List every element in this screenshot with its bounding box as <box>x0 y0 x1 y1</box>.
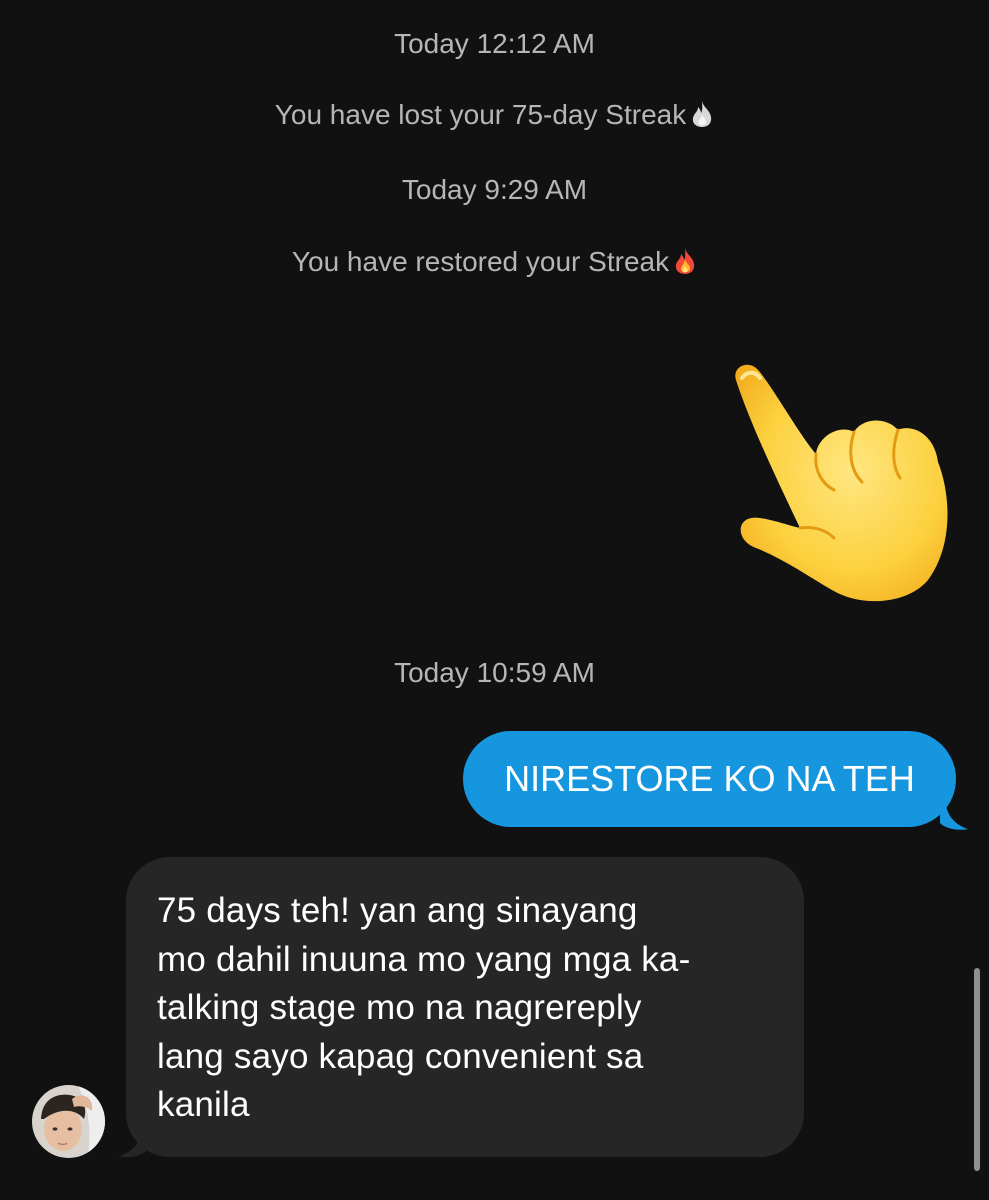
outgoing-bubble-tail <box>940 805 970 831</box>
system-timestamp: Today 12:12 AM <box>394 28 595 59</box>
system-timestamp: Today 9:29 AM <box>401 174 588 205</box>
streak-lost-notice: You have lost your 75-day Streak <box>0 97 989 137</box>
message-line: talking stage mo na nagrereply <box>157 988 642 1027</box>
message-line: kanila <box>157 1085 250 1124</box>
scrollbar[interactable] <box>974 968 980 1171</box>
fire-icon <box>673 247 697 284</box>
avatar[interactable] <box>32 1085 105 1158</box>
incoming-bubble-tail <box>117 1128 149 1158</box>
streak-restored-text: You have restored your Streak <box>291 246 670 277</box>
incoming-message-bubble[interactable]: 75 days teh! yan ang sinayang mo dahil i… <box>126 857 804 1157</box>
message-line: mo dahil inuuna mo yang mga ka- <box>157 939 691 979</box>
grey-flame-icon <box>690 100 714 137</box>
message-line: 75 days teh! yan ang sinayang <box>157 891 638 930</box>
message-line: lang sayo kapag convenient sa <box>157 1036 644 1076</box>
streak-lost-text: You have lost your 75-day Streak <box>274 99 687 130</box>
outgoing-message-bubble[interactable]: NIRESTORE KO NA TEH <box>463 731 956 827</box>
pointing-down-emoji[interactable] <box>722 358 958 608</box>
outgoing-message-text: NIRESTORE KO NA TEH <box>504 758 915 799</box>
streak-restored-notice: You have restored your Streak <box>0 244 989 284</box>
system-timestamp: Today 10:59 AM <box>394 657 595 688</box>
